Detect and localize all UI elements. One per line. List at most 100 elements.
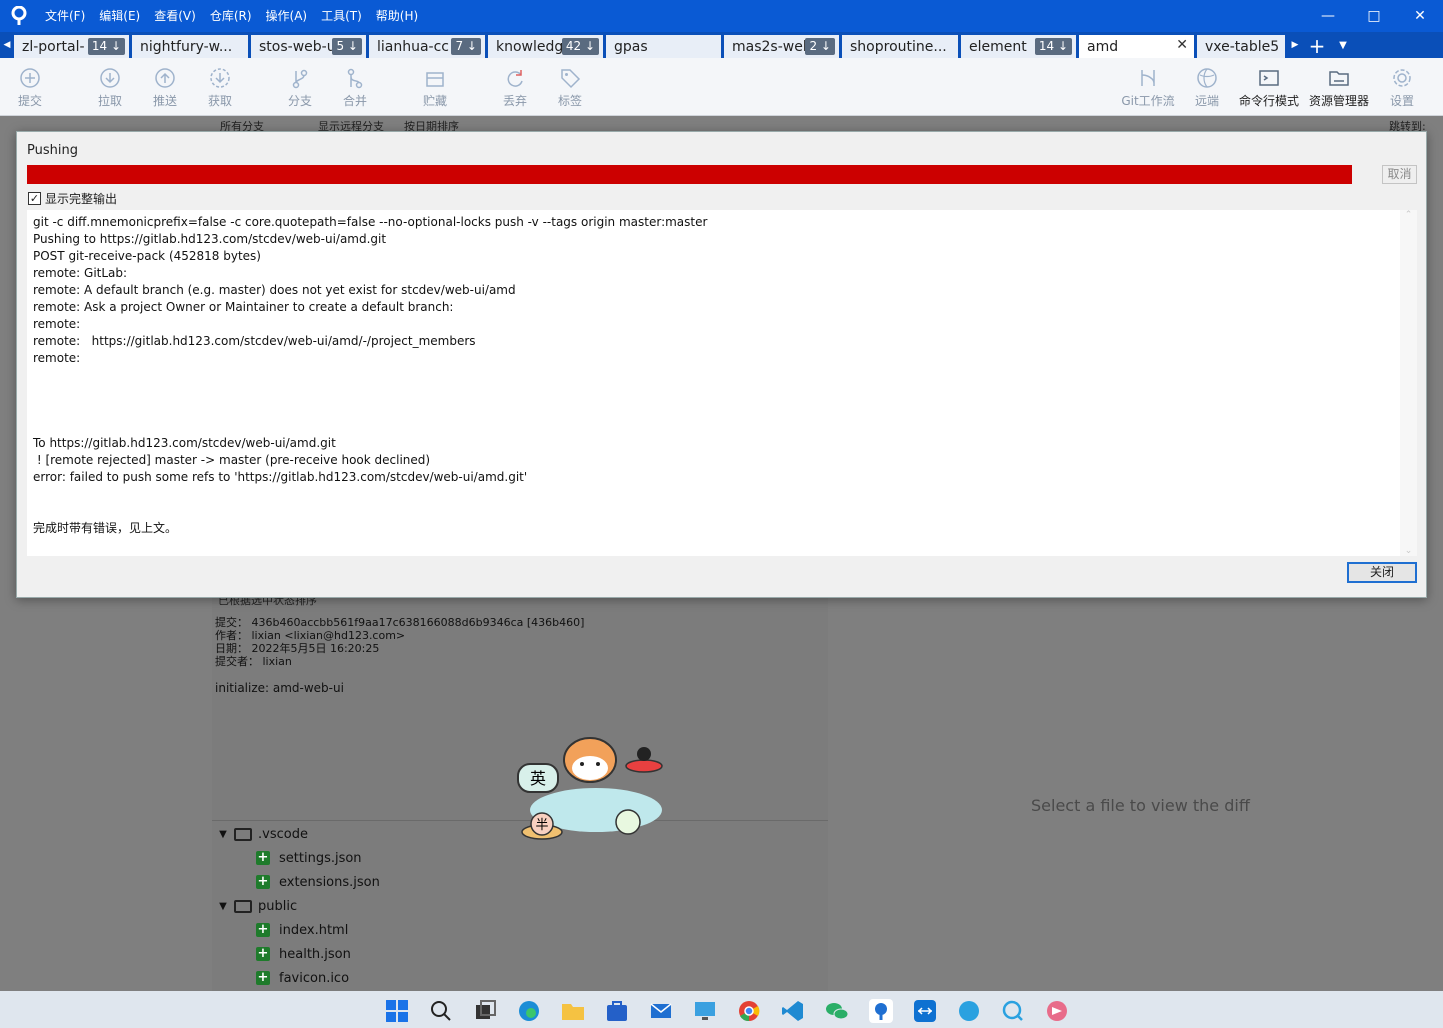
commit-hash: 提交： 436b460accbb561f9aa17c638166088d6b93… (215, 616, 585, 629)
ime-mascot-sticker: 英 半 (517, 737, 663, 840)
pushing-dialog: Pushing 取消 ✓ 显示完整输出 git -c diff.mnemonic… (16, 131, 1427, 598)
file-added-icon: + (256, 922, 270, 937)
tab-lianhua[interactable]: lianhua-cc 7 ↓ (369, 35, 485, 58)
file-explorer-icon[interactable] (561, 999, 585, 1023)
terminal-label: 命令行模式 (1238, 94, 1299, 108)
merge-button[interactable]: 合并 (325, 64, 385, 109)
task-view-icon[interactable] (473, 999, 497, 1023)
menu-view[interactable]: 查看(V) (147, 0, 203, 32)
branch-label: 分支 (287, 94, 312, 108)
checkbox[interactable]: ✓ (28, 192, 41, 205)
title-bar: 文件(F) 编辑(E) 查看(V) 仓库(R) 操作(A) 工具(T) 帮助(H… (0, 0, 1443, 32)
sourcetree-logo-icon (0, 0, 38, 32)
sourcetree-taskbar-icon[interactable] (869, 999, 893, 1023)
tab-scroll-right-icon[interactable]: ▶ (1288, 32, 1302, 58)
tab-amd[interactable]: amd ✕ (1079, 35, 1194, 58)
sticker-char-1: 英 (530, 769, 546, 788)
tab-label: mas2s-web (732, 38, 812, 55)
folder-icon (234, 827, 252, 841)
close-button[interactable]: 关闭 (1347, 562, 1417, 583)
cancel-button[interactable]: 取消 (1382, 165, 1417, 184)
translator-icon[interactable] (957, 999, 981, 1023)
minimize-icon[interactable]: — (1305, 0, 1351, 32)
tab-label: lianhua-cc (377, 38, 450, 55)
repository-tabs: ◀ zl-portal- 14 ↓ nightfury-w... stos-web… (0, 32, 1443, 58)
tab-nightfury[interactable]: nightfury-w... (132, 35, 248, 58)
output-scrollbar[interactable]: ⌃ ⌄ (1400, 210, 1417, 556)
menu-file[interactable]: 文件(F) (38, 0, 92, 32)
tab-scroll-left-icon[interactable]: ◀ (0, 32, 14, 58)
tree-folder[interactable]: ▼ public (214, 894, 826, 918)
tab-stos-web[interactable]: stos-web-u 5 ↓ (251, 35, 366, 58)
commit-committer: 提交者： lixian (215, 655, 292, 668)
tag-button[interactable]: 标签 (540, 64, 600, 109)
chrome-icon[interactable] (737, 999, 761, 1023)
wechat-icon[interactable] (825, 999, 849, 1023)
tab-badge: 5 ↓ (332, 38, 362, 55)
tab-zl-portal[interactable]: zl-portal- 14 ↓ (14, 35, 129, 58)
branch-button[interactable]: 分支 (270, 64, 330, 109)
add-tab-icon[interactable]: + (1302, 34, 1332, 58)
tab-element[interactable]: element 14 ↓ (961, 35, 1076, 58)
menu-tools[interactable]: 工具(T) (314, 0, 369, 32)
tree-item-label: .vscode (258, 826, 308, 842)
tree-file[interactable]: + favicon.ico (214, 966, 826, 990)
menu-actions[interactable]: 操作(A) (259, 0, 315, 32)
store-icon[interactable] (605, 999, 629, 1023)
teamviewer-icon[interactable] (913, 999, 937, 1023)
fetch-button[interactable]: 获取 (190, 64, 250, 109)
menu-edit[interactable]: 编辑(E) (92, 0, 147, 32)
search-icon[interactable] (429, 999, 453, 1023)
tree-file[interactable]: + settings.json (214, 846, 826, 870)
pull-button[interactable]: 拉取 (80, 64, 140, 109)
mail-icon[interactable] (649, 999, 673, 1023)
tree-file[interactable]: + extensions.json (214, 870, 826, 894)
explorer-button[interactable]: 资源管理器 (1304, 64, 1374, 109)
tab-badge: 14 ↓ (1034, 38, 1072, 55)
chevron-down-icon[interactable]: ▼ (214, 829, 232, 840)
terminal-button[interactable]: 命令行模式 (1234, 64, 1304, 109)
pull-icon (80, 64, 140, 92)
commit-button[interactable]: 提交 (0, 64, 60, 109)
file-tree: ▼ .vscode + settings.json + extensions.json… (214, 822, 826, 990)
chat-search-icon[interactable] (1001, 999, 1025, 1023)
close-window-icon[interactable]: ✕ (1397, 0, 1443, 32)
output-line: remote: https://gitlab.hd123.com/stcdev/… (33, 334, 476, 348)
scroll-up-icon[interactable]: ⌃ (1400, 210, 1417, 220)
tab-knowledge[interactable]: knowledg 42 ↓ (488, 35, 603, 58)
tree-file[interactable]: + health.json (214, 942, 826, 966)
tab-mas2s-web[interactable]: mas2s-web 2 ↓ (724, 35, 839, 58)
settings-button[interactable]: 设置 (1372, 64, 1432, 109)
remote-desktop-icon[interactable] (693, 999, 717, 1023)
tab-vxe-table[interactable]: vxe-table5 (1197, 35, 1285, 58)
maximize-icon[interactable]: □ (1351, 0, 1397, 32)
stash-button[interactable]: 贮藏 (405, 64, 465, 109)
show-full-output-toggle[interactable]: ✓ 显示完整输出 (28, 190, 117, 207)
tree-item-label: settings.json (279, 850, 362, 866)
file-added-icon: + (256, 946, 270, 961)
chevron-down-icon[interactable]: ▼ (214, 901, 232, 912)
tab-shoproutine[interactable]: shoproutine... (842, 35, 958, 58)
output-line: To https://gitlab.hd123.com/stcdev/web-u… (33, 436, 336, 450)
menu-repository[interactable]: 仓库(R) (203, 0, 259, 32)
close-tab-icon[interactable]: ✕ (1176, 37, 1188, 53)
tab-label: vxe-table5 (1205, 38, 1280, 55)
vscode-icon[interactable] (781, 999, 805, 1023)
tab-gpas[interactable]: gpas (606, 35, 721, 58)
feishu-icon[interactable] (1045, 999, 1069, 1023)
output-line: ! [remote rejected] master -> master (pr… (33, 453, 431, 467)
tab-list-dropdown-icon[interactable]: ▼ (1332, 34, 1354, 58)
menu-help[interactable]: 帮助(H) (369, 0, 425, 32)
discard-button[interactable]: 丢弃 (485, 64, 545, 109)
output-line: remote: Ask a project Owner or Maintaine… (33, 300, 454, 314)
push-button[interactable]: 推送 (135, 64, 195, 109)
gitflow-button[interactable]: Git工作流 (1118, 64, 1178, 109)
scroll-down-icon[interactable]: ⌄ (1400, 546, 1417, 556)
tree-file[interactable]: + index.html (214, 918, 826, 942)
edge-browser-icon[interactable] (517, 999, 541, 1023)
start-icon[interactable] (385, 999, 409, 1023)
remote-button[interactable]: 远端 (1177, 64, 1237, 109)
